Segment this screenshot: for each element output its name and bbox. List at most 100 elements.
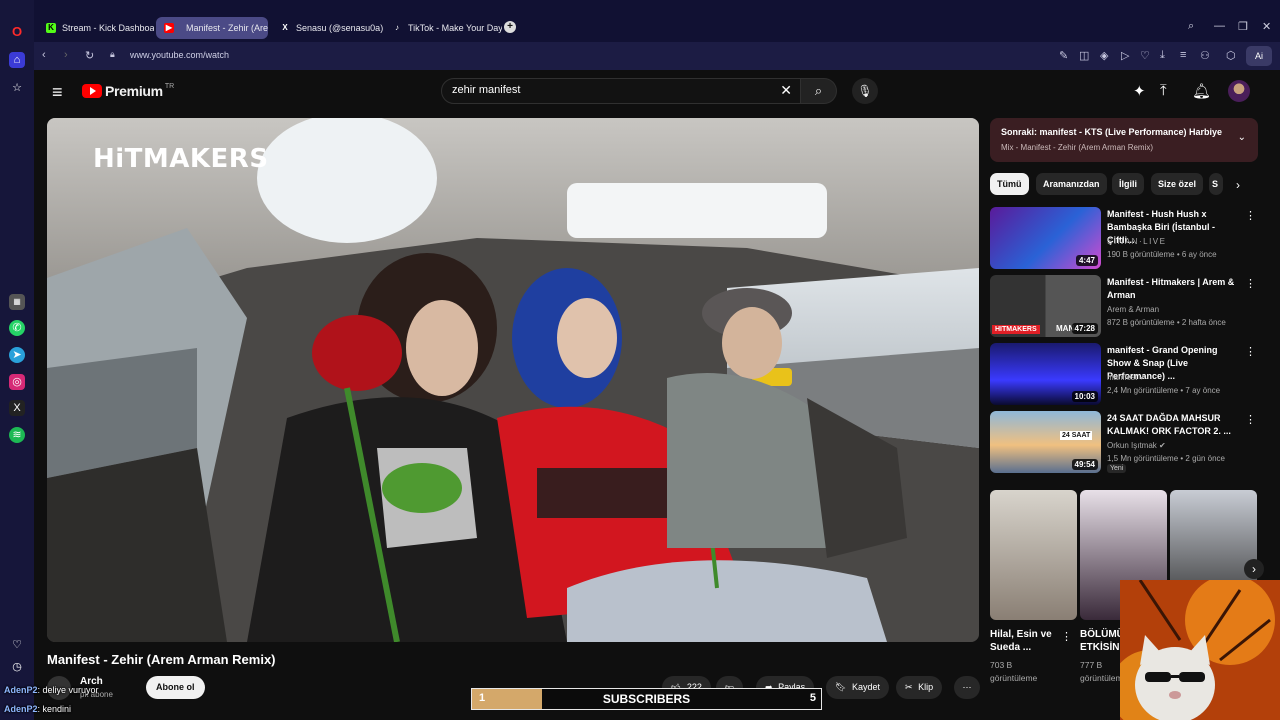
thumbnail-text: 24 SAAT [1060, 431, 1093, 440]
recommendation-channel[interactable]: manifest ✔ [1107, 373, 1146, 382]
search-tabs-icon[interactable]: ⌕ [1188, 20, 1194, 33]
history-icon[interactable]: ◷ [9, 659, 25, 675]
reload-icon[interactable]: ↻ [85, 49, 94, 62]
save-button[interactable]: 🔖︎ Kaydet [826, 676, 889, 699]
tab-kick[interactable]: K Stream - Kick Dashboard [38, 17, 154, 39]
channel-label: manifest [1107, 373, 1138, 382]
video-player[interactable]: HiTMAKERS [47, 118, 979, 642]
video-thumbnail[interactable]: HITMAKERS MAN 47:28 [990, 275, 1101, 337]
chip-for-you[interactable]: Size özel [1151, 173, 1204, 195]
close-window-icon[interactable]: ✕ [1262, 20, 1271, 33]
profile-icon[interactable]: ⚇ [1200, 49, 1210, 62]
extensions-icon[interactable]: ⬡ [1226, 49, 1236, 62]
recommendation-channel[interactable]: Arem & Arman [1107, 305, 1159, 314]
recommendation-item[interactable]: 10:03 manifest - Grand Opening Show & Sn… [990, 343, 1258, 407]
heart-icon[interactable]: ♡ [9, 637, 25, 653]
tab-x[interactable]: X Senasu (@senasu0a) / X [272, 17, 384, 39]
kebab-menu-icon[interactable]: ⋮ [1245, 277, 1256, 290]
star-icon[interactable]: ☆ [9, 80, 25, 96]
recommendation-item[interactable]: 24 SAAT 49:54 24 SAAT DAĞDA MAHSUR KALMA… [990, 411, 1258, 479]
new-badge: Yeni [1107, 464, 1127, 473]
hamburger-menu-icon[interactable]: ≡ [52, 82, 63, 103]
kebab-menu-icon[interactable]: ⋮ [1061, 630, 1072, 643]
recommendation-meta: 872 B görüntüleme • 2 hafta önce [1107, 318, 1226, 327]
voice-search-button[interactable]: 🎙︎ [852, 78, 878, 104]
create-icon[interactable]: ✦ [1133, 82, 1146, 100]
up-next-panel[interactable]: Sonraki: manifest - KTS (Live Performanc… [990, 118, 1258, 162]
spotify-icon[interactable]: ≋ [9, 427, 25, 443]
chevron-down-icon[interactable]: ⌄ [1238, 132, 1246, 143]
youtube-premium-logo[interactable]: Premium TR [82, 83, 174, 99]
recommendation-channel[interactable]: Orkun Işıtmak ✔ [1107, 441, 1166, 450]
chip-related[interactable]: İlgili [1112, 173, 1144, 195]
telegram-icon[interactable]: ➤ [9, 347, 25, 363]
maximize-icon[interactable]: ❐ [1238, 20, 1248, 33]
minimize-icon[interactable]: — [1214, 20, 1225, 32]
shield-icon[interactable]: ◈ [1100, 49, 1108, 62]
tab-label: Senasu (@senasu0a) / X [296, 23, 384, 33]
heart-outline-icon[interactable]: ♡ [1140, 49, 1150, 62]
recommendation-title[interactable]: 24 SAAT DAĞDA MAHSUR KALMAK! ORK FACTOR … [1107, 412, 1237, 438]
download-icon[interactable]: ⤓ [1160, 49, 1165, 62]
instagram-icon[interactable]: ◎ [9, 374, 25, 390]
address-bar: ‹ › ↻ 🔒︎ www.youtube.com/watch ✎ ◫ ◈ ▷ ♡… [34, 42, 1280, 70]
clip-button[interactable]: ✂ Klip [896, 676, 943, 699]
kebab-menu-icon[interactable]: ⋮ [1245, 209, 1256, 222]
ai-button[interactable]: Ai [1246, 46, 1272, 66]
video-frame [47, 118, 979, 642]
short-thumbnail[interactable] [990, 490, 1077, 620]
recommendation-title[interactable]: Manifest - Hitmakers | Arem & Arman [1107, 276, 1237, 302]
youtube-play-icon [82, 84, 102, 98]
play-icon[interactable]: ▷ [1121, 49, 1129, 62]
save-label: Kaydet [851, 682, 880, 692]
chip-from-search[interactable]: Aramanızdan [1036, 173, 1107, 195]
goal-label: SUBSCRIBERS [602, 692, 691, 706]
search-input[interactable] [452, 84, 772, 96]
chip-all[interactable]: Tümü [990, 173, 1029, 195]
short-title[interactable]: Hilal, Esin ve Sueda ... [990, 628, 1060, 654]
forward-icon[interactable]: › [64, 49, 68, 61]
channel-label: Orkun Işıtmak [1107, 441, 1157, 450]
up-next-title: Sonraki: manifest - KTS (Live Performanc… [1001, 127, 1223, 137]
video-thumbnail[interactable]: 10:03 [990, 343, 1101, 405]
shorts-next-icon[interactable]: › [1244, 559, 1264, 579]
kebab-menu-icon[interactable]: ⋮ [1245, 345, 1256, 358]
upload-icon[interactable]: ⤒ [1160, 82, 1167, 99]
short-views-label: görüntüleme [990, 673, 1038, 683]
search-button[interactable]: ⌕ [801, 78, 837, 104]
video-thumbnail[interactable]: 4:47 [990, 207, 1101, 269]
extension-icon[interactable]: ▦ [9, 294, 25, 310]
avatar[interactable] [1228, 80, 1250, 102]
menu-lines-icon[interactable]: ≡ [1180, 49, 1186, 61]
goal-target: 5 [809, 692, 816, 704]
x-icon[interactable]: X [9, 400, 25, 416]
new-tab-button[interactable]: + [504, 21, 516, 33]
webcam-overlay [1120, 580, 1280, 720]
chip-more[interactable]: S [1209, 173, 1223, 195]
kebab-menu-icon[interactable]: ⋮ [1245, 413, 1256, 426]
subscribe-button[interactable]: Abone ol [146, 676, 205, 699]
short-title[interactable]: BÖLÜMÜ ETKİSİNE [1080, 628, 1120, 654]
recommendation-item[interactable]: HITMAKERS MAN 47:28 Manifest - Hitmakers… [990, 275, 1258, 339]
home-icon[interactable]: ⌂ [9, 52, 25, 68]
recommendation-meta: 190 B görüntüleme • 6 ay önce [1107, 250, 1217, 259]
recommendation-item[interactable]: 4:47 Manifest - Hush Hush x Bambaşka Bir… [990, 207, 1258, 271]
chat-text: : deliye vuruyor [37, 685, 99, 695]
url-field[interactable]: www.youtube.com/watch [130, 50, 229, 60]
video-thumbnail[interactable]: 24 SAAT 49:54 [990, 411, 1101, 473]
notifications-bell-icon[interactable]: 🔔︎ [1192, 82, 1211, 100]
tab-youtube[interactable]: ▶ Manifest - Zehir (Arem [156, 17, 268, 39]
tab-tiktok[interactable]: ♪ TikTok - Make Your Day [384, 17, 502, 39]
lock-icon: 🔒︎ [110, 49, 115, 59]
whatsapp-icon[interactable]: ✆ [9, 320, 25, 336]
edit-icon[interactable]: ✎ [1059, 49, 1068, 62]
recommendation-channel[interactable]: SINAN·LIVE [1107, 237, 1166, 246]
recommendation-meta: 1,5 Mn görüntüleme • 2 gün önce [1107, 454, 1225, 463]
camera-icon[interactable]: ◫ [1079, 49, 1089, 62]
opera-logo-icon[interactable]: O [9, 24, 25, 40]
more-actions-button[interactable]: ⋯ [954, 676, 980, 699]
chevron-right-icon[interactable]: › [1236, 178, 1240, 192]
youtube-header: ≡ Premium TR ✕ ⌕ 🎙︎ ✦ ⤒ 🔔︎ [34, 70, 1280, 114]
back-icon[interactable]: ‹ [42, 49, 46, 61]
clear-search-icon[interactable]: ✕ [780, 82, 792, 99]
